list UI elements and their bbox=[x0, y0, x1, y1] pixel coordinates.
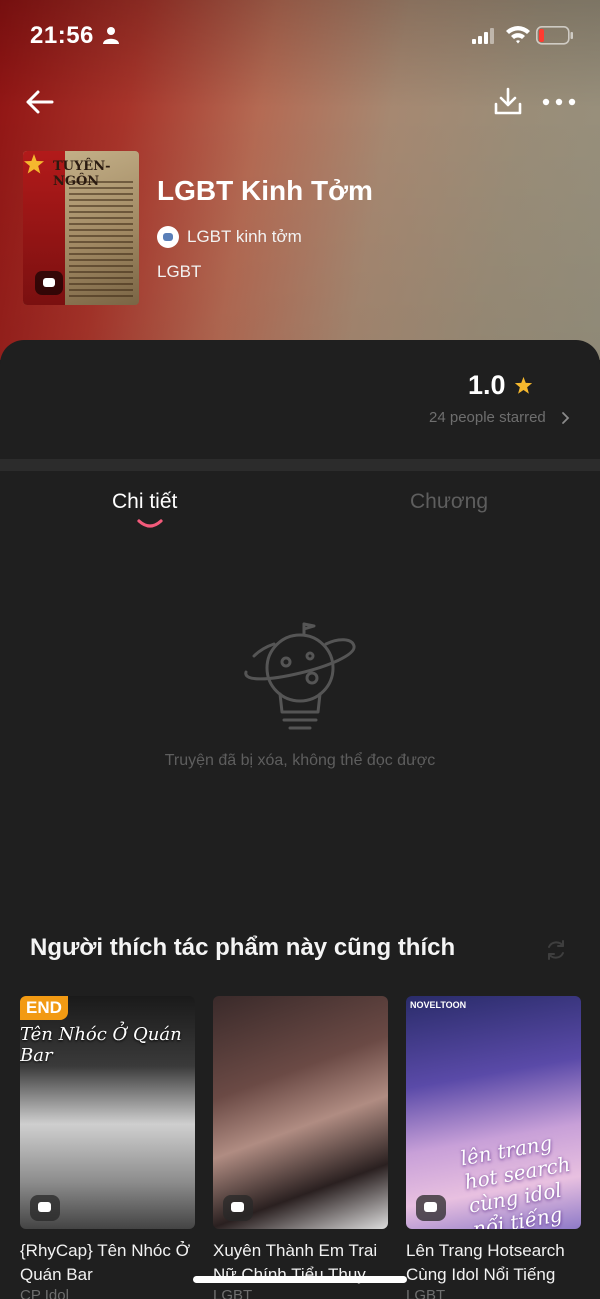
author-name: LGBT kinh tởm bbox=[187, 227, 302, 246]
book-cover[interactable]: TUYÊN-NGÔN bbox=[23, 151, 139, 305]
status-time: 21:56 bbox=[30, 22, 94, 49]
top-nav bbox=[0, 72, 600, 132]
cover-title: TUYÊN-NGÔN bbox=[53, 159, 111, 189]
star-icon bbox=[24, 154, 44, 174]
recommendations-title: Người thích tác phẩm này cũng thích bbox=[30, 934, 456, 961]
recommendation-card[interactable]: Xuyên Thành Em Trai Nữ Chính Tiểu Thuy..… bbox=[213, 996, 388, 1299]
starred-count-link[interactable]: 24 people starred bbox=[429, 409, 546, 426]
card-genre: CP Idol bbox=[20, 1287, 69, 1299]
home-indicator[interactable] bbox=[193, 1276, 407, 1283]
chevron-right-icon[interactable] bbox=[561, 410, 571, 426]
card-cover: NOVELTOON lên trang hot search cùng idol… bbox=[406, 996, 581, 1229]
card-cover-text: lên trang hot search cùng idol nổi tiếng bbox=[458, 1130, 573, 1229]
person-icon bbox=[103, 27, 119, 44]
empty-state-message: Truyện đã bị xóa, không thể đọc được bbox=[164, 752, 436, 769]
recommendation-card[interactable]: NOVELTOON lên trang hot search cùng idol… bbox=[406, 996, 581, 1299]
end-badge: END bbox=[20, 996, 68, 1020]
book-genre[interactable]: LGBT bbox=[157, 262, 201, 282]
status-bar: 21:56 bbox=[0, 0, 600, 72]
tab-details[interactable]: Chi tiết bbox=[112, 490, 177, 514]
card-cover: Tên Nhóc Ở Quán Bar END bbox=[20, 996, 195, 1229]
author-avatar bbox=[157, 226, 179, 248]
card-cover-text: Tên Nhóc Ở Quán Bar bbox=[20, 1024, 182, 1066]
back-icon[interactable] bbox=[22, 84, 58, 120]
cover-text-lines bbox=[69, 181, 133, 297]
rating-value: 1.0 bbox=[468, 370, 506, 400]
recommendation-card[interactable]: Tên Nhóc Ở Quán Bar END {RhyCap} Tên Nhó… bbox=[20, 996, 195, 1299]
tab-chapters[interactable]: Chương bbox=[410, 490, 488, 514]
lightbulb-planet-icon bbox=[244, 622, 356, 730]
chat-icon bbox=[416, 1195, 446, 1221]
card-title: {RhyCap} Tên Nhóc Ở Quán Bar bbox=[20, 1241, 191, 1284]
wifi-icon bbox=[506, 26, 530, 44]
more-icon[interactable] bbox=[540, 84, 578, 120]
author-row[interactable]: LGBT kinh tởm bbox=[157, 224, 302, 250]
card-brand: NOVELTOON bbox=[410, 1000, 467, 1010]
chat-icon bbox=[35, 271, 63, 295]
chat-icon bbox=[223, 1195, 253, 1221]
content-panel: 1.0 24 people starred Chi tiết Chương Tr… bbox=[0, 340, 600, 1299]
refresh-icon[interactable] bbox=[544, 938, 568, 962]
section-divider bbox=[0, 459, 600, 471]
card-genre: LGBT bbox=[406, 1287, 446, 1299]
battery-icon bbox=[536, 26, 573, 45]
star-icon bbox=[514, 376, 533, 394]
download-icon[interactable] bbox=[490, 84, 526, 120]
chat-icon bbox=[30, 1195, 60, 1221]
book-title: LGBT Kinh Tởm bbox=[157, 175, 373, 206]
signal-icon bbox=[472, 28, 494, 44]
tab-active-indicator bbox=[137, 519, 163, 528]
card-genre: LGBT bbox=[213, 1287, 253, 1299]
card-title: Lên Trang Hotsearch Cùng Idol Nổi Tiếng bbox=[406, 1241, 565, 1284]
card-cover bbox=[213, 996, 388, 1229]
